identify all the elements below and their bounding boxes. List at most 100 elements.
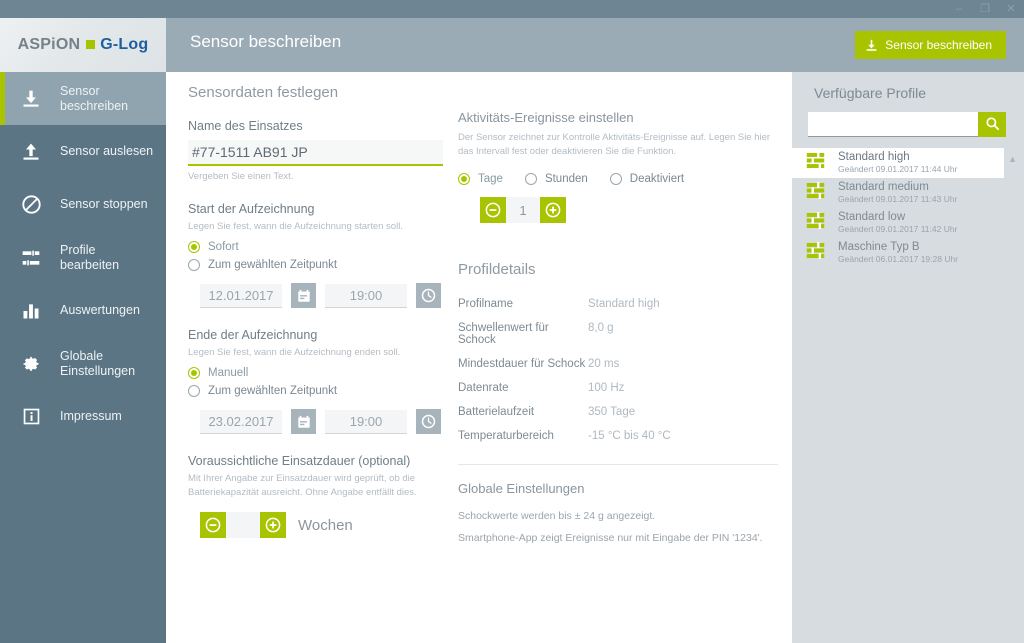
- name-field-hint: Vergeben Sie einen Text.: [188, 171, 294, 182]
- clock-icon[interactable]: [416, 409, 441, 434]
- profile-item-modified: Geändert 06.01.2017 19:28 Uhr: [838, 254, 959, 264]
- global-settings-title: Globale Einstellungen: [458, 481, 585, 496]
- radio-icon: [524, 173, 537, 185]
- profile-detail-value: Standard high: [588, 298, 660, 310]
- radio-start-sofort[interactable]: Sofort: [188, 241, 450, 253]
- radio-icon: [609, 173, 622, 185]
- profile-detail-row: Temperaturbereich -15 °C bis 40 °C: [458, 430, 778, 442]
- duration-minus-button[interactable]: [200, 512, 226, 538]
- duration-plus-button[interactable]: [260, 512, 286, 538]
- download-icon: [865, 39, 878, 52]
- sidebar-item-label: Sensor auslesen: [60, 144, 154, 158]
- duration-group: Voraussichtliche Einsatzdauer (optional)…: [188, 454, 450, 538]
- sidebar-item-6[interactable]: Impressum: [0, 390, 166, 443]
- radio-label: Tage: [478, 173, 503, 185]
- duration-stepper: Wochen: [200, 512, 450, 538]
- minimize-icon[interactable]: –: [946, 0, 972, 18]
- sidebar-item-label: Auswertungen: [60, 303, 140, 317]
- profile-detail-value: 100 Hz: [588, 382, 625, 394]
- radio-label: Sofort: [208, 241, 239, 253]
- profile-item-modified: Geändert 09.01.2017 11:44 Uhr: [838, 164, 958, 174]
- radio-icon: [458, 173, 470, 185]
- start-recording-hint: Legen Sie fest, wann die Aufzeichnung st…: [188, 221, 403, 232]
- profile-icon: [806, 241, 828, 265]
- sensor-beschreiben-button-label: Sensor beschreiben: [885, 38, 992, 52]
- main-content: Sensordaten festlegen Name des Einsatzes…: [166, 72, 792, 643]
- radio-start-zeitpunkt[interactable]: Zum gewählten Zeitpunkt: [188, 259, 450, 271]
- profile-item-text: Standard low Geändert 09.01.2017 11:42 Uh…: [838, 211, 957, 235]
- search-input[interactable]: [808, 112, 978, 137]
- radio-icon: [188, 367, 200, 379]
- radio-label: Manuell: [208, 367, 249, 379]
- end-date-input[interactable]: [200, 409, 282, 434]
- end-datetime-row: [200, 409, 450, 434]
- name-input[interactable]: [188, 140, 443, 166]
- sidebar-item-1[interactable]: Sensor auslesen: [0, 125, 166, 178]
- close-icon[interactable]: ✕: [998, 0, 1024, 18]
- start-recording-group: Start der Aufzeichnung Legen Sie fest, w…: [188, 202, 450, 308]
- calendar-icon[interactable]: [291, 283, 316, 308]
- profile-list-item[interactable]: Standard medium Geändert 09.01.2017 11:43…: [792, 178, 1024, 208]
- profile-item-text: Maschine Typ B Geändert 06.01.2017 19:28 …: [838, 241, 958, 265]
- activity-hint: Der Sensor zeichnet zur Kontrolle Aktivi…: [458, 132, 771, 157]
- application-window: – ❐ ✕ ASPiON G-Log Sensor beschreiben Sen…: [0, 0, 1024, 643]
- profile-detail-row: Profilname Standard high: [458, 298, 778, 310]
- window-titlebar: – ❐ ✕: [0, 0, 1024, 18]
- maximize-icon[interactable]: ❐: [972, 0, 998, 18]
- activity-minus-button[interactable]: [480, 197, 506, 223]
- profile-list-item[interactable]: Standard high Geändert 09.01.2017 11:44 U…: [792, 148, 1004, 178]
- end-recording-title: Ende der Aufzeichnung: [188, 328, 318, 342]
- profile-detail-row: Schwellenwert für Schock 8,0 g: [458, 322, 778, 346]
- logo-square-icon: [86, 40, 96, 49]
- profile-detail-key: Mindestdauer für Schock: [458, 358, 586, 370]
- profiles-panel-title: Verfügbare Profile: [814, 85, 927, 101]
- profile-detail-key: Temperaturbereich: [458, 430, 554, 442]
- profile-detail-key: Batterielaufzeit: [458, 406, 535, 418]
- sidebar-item-label: Sensor stoppen: [60, 197, 148, 211]
- radio-activity-stunden[interactable]: Stunden: [524, 173, 588, 185]
- radio-activity-deaktiviert[interactable]: Deaktiviert: [609, 173, 684, 185]
- radio-end-manuell[interactable]: Manuell: [188, 367, 450, 379]
- profile-item-name: Standard high: [838, 151, 910, 163]
- end-time-input[interactable]: [325, 409, 407, 434]
- activity-plus-button[interactable]: [540, 197, 566, 223]
- duration-hint: Mit Ihrer Angabe zur Einsatzdauer wird g…: [188, 473, 417, 498]
- sidebar-item-2[interactable]: Sensor stoppen: [0, 178, 166, 231]
- activity-value[interactable]: 1: [506, 197, 540, 223]
- gear-icon: [16, 354, 46, 374]
- download-icon: [16, 89, 46, 109]
- sidebar-item-4[interactable]: Auswertungen: [0, 284, 166, 337]
- search-button[interactable]: [978, 112, 1006, 137]
- start-date-input[interactable]: [200, 283, 282, 308]
- calendar-icon[interactable]: [291, 409, 316, 434]
- profile-detail-value: 350 Tage: [588, 406, 636, 418]
- sidebar-item-0[interactable]: Sensor beschreiben: [0, 72, 166, 125]
- app-header: ASPiON G-Log Sensor beschreiben Sensor be…: [0, 18, 1024, 72]
- sidebar-item-3[interactable]: Profile bearbeiten: [0, 231, 166, 284]
- profile-detail-value: 20 ms: [588, 358, 620, 370]
- profile-list-item[interactable]: Maschine Typ B Geändert 06.01.2017 19:28 …: [792, 238, 1024, 268]
- profile-list-item[interactable]: Standard low Geändert 09.01.2017 11:42 Uh…: [792, 208, 1024, 238]
- sensor-beschreiben-button[interactable]: Sensor beschreiben: [855, 31, 1006, 59]
- radio-end-zeitpunkt[interactable]: Zum gewählten Zeitpunkt: [188, 385, 450, 397]
- sliders-icon: [16, 248, 46, 268]
- bar-chart-icon: [16, 301, 46, 321]
- sidebar-item-5[interactable]: Globale Einstellungen: [0, 337, 166, 390]
- clock-icon[interactable]: [416, 283, 441, 308]
- search-icon: [985, 116, 1000, 134]
- activity-stepper: 1: [480, 197, 778, 223]
- app-logo: ASPiON G-Log: [0, 18, 166, 72]
- section-title-sensordaten: Sensordaten festlegen: [188, 84, 339, 101]
- profile-item-text: Standard high Geändert 09.01.2017 11:44 U…: [838, 151, 957, 175]
- duration-value[interactable]: [226, 512, 260, 538]
- logo-aspion-text: ASPiON: [17, 36, 81, 53]
- profile-detail-key: Profilname: [458, 298, 513, 310]
- start-time-input[interactable]: [325, 283, 407, 308]
- activity-title: Aktivitäts-Ereignisse einstellen: [458, 110, 634, 125]
- upload-icon: [16, 142, 46, 162]
- profile-detail-row: Datenrate 100 Hz: [458, 382, 778, 394]
- profile-detail-value: -15 °C bis 40 °C: [588, 430, 671, 442]
- radio-activity-tage[interactable]: Tage: [458, 173, 503, 185]
- stop-icon: [16, 194, 46, 215]
- radio-label: Stunden: [544, 173, 588, 185]
